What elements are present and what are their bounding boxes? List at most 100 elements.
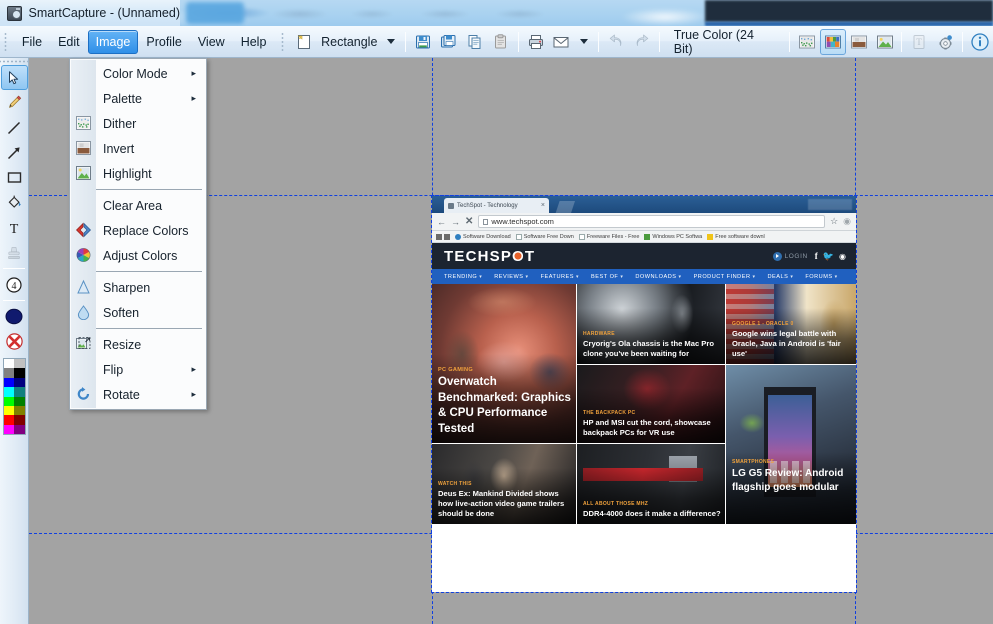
rectangle-tool[interactable]	[1, 165, 28, 190]
cancel-tool[interactable]	[1, 329, 28, 354]
bookmark-star-icon[interactable]: ☆	[830, 216, 838, 227]
save-multiple-icon[interactable]	[436, 29, 462, 55]
color-swatch[interactable]	[14, 405, 25, 416]
menu-profile[interactable]: Profile	[138, 30, 189, 54]
card-google-oracle[interactable]: GOOGLE 1 - ORACLE 0 Google wins legal ba…	[726, 284, 856, 364]
nav-features[interactable]: FEATURES ▾	[541, 274, 579, 280]
color-swatch[interactable]	[14, 368, 25, 378]
bookmark-item[interactable]: Freeware Files - Free	[578, 233, 639, 240]
card-deus-ex[interactable]: WATCH THIS Deus Ex: Mankind Divided show…	[432, 444, 576, 524]
rss-icon[interactable]: ◉	[839, 252, 846, 261]
color-swatch[interactable]	[14, 387, 25, 397]
select-arrow-tool[interactable]	[0, 65, 28, 90]
browser-tab[interactable]: TechSpot - Technology ×	[444, 198, 549, 213]
menu-item-sharpen[interactable]: Sharpen	[70, 275, 206, 300]
undo-arrow-icon[interactable]	[603, 29, 629, 55]
bookmark-item[interactable]: Windows PC Softwa	[644, 233, 702, 240]
bookmark-item[interactable]: Free software downl	[707, 233, 765, 240]
nav-deals[interactable]: DEALS ▾	[768, 274, 794, 280]
menu-item-clear-area[interactable]: Clear Area	[70, 193, 206, 218]
color-swatch[interactable]	[3, 405, 14, 416]
toolbar-grip[interactable]	[280, 31, 290, 52]
menu-item-palette[interactable]: Palette ▸	[70, 86, 206, 111]
ellipse-filled-tool[interactable]	[1, 304, 28, 329]
save-floppy-icon[interactable]	[410, 29, 436, 55]
bookmark-item[interactable]: Software Free Down	[515, 233, 574, 240]
nav-downloads[interactable]: DOWNLOADS ▾	[635, 274, 681, 280]
menu-item-resize[interactable]: Resize	[70, 332, 206, 357]
browser-url-bar[interactable]: www.techspot.com	[478, 215, 826, 228]
rectangle-capture-icon[interactable]	[291, 29, 317, 55]
invert-image-icon[interactable]	[846, 29, 872, 55]
menu-item-adjust-colors[interactable]: Adjust Colors	[70, 243, 206, 268]
close-icon[interactable]: ×	[541, 202, 545, 209]
color-swatch[interactable]	[3, 396, 14, 406]
color-swatch[interactable]	[14, 377, 25, 388]
mail-chevron-down-icon[interactable]	[580, 39, 589, 44]
browser-menu-icon[interactable]: ◉	[843, 216, 851, 227]
dither-image-icon[interactable]	[794, 29, 820, 55]
back-arrow-icon[interactable]: ←	[437, 217, 446, 227]
nav-best-of[interactable]: BEST OF ▾	[591, 274, 623, 280]
color-swatch[interactable]	[3, 377, 14, 388]
color-swatch[interactable]	[3, 387, 14, 397]
menubar-grip[interactable]	[3, 31, 12, 52]
color-swatch[interactable]	[3, 415, 14, 425]
gear-settings-icon[interactable]	[932, 29, 958, 55]
menu-item-replace-colors[interactable]: Replace Colors	[70, 218, 206, 243]
arrow-tool[interactable]	[1, 140, 28, 165]
color-swatch[interactable]	[14, 415, 25, 425]
text-tool[interactable]: T	[1, 215, 28, 240]
window-controls[interactable]	[808, 199, 852, 210]
menu-item-color-mode[interactable]: Color Mode ▸	[70, 61, 206, 86]
highlight-image-icon[interactable]	[872, 29, 898, 55]
nav-product-finder[interactable]: PRODUCT FINDER ▾	[694, 274, 756, 280]
line-tool[interactable]	[1, 115, 28, 140]
menu-view[interactable]: View	[190, 30, 233, 54]
menu-item-dither[interactable]: Dither	[70, 111, 206, 136]
menu-item-rotate[interactable]: Rotate ▸	[70, 382, 206, 407]
info-circle-icon[interactable]	[967, 29, 993, 55]
color-swatch[interactable]	[14, 359, 25, 369]
fill-bucket-tool[interactable]	[1, 190, 28, 215]
color-swatch[interactable]	[3, 424, 14, 435]
menu-item-invert[interactable]: Invert	[70, 136, 206, 161]
capture-mode-chevron-down-icon[interactable]	[387, 39, 396, 44]
card-backpack-pc[interactable]: THE BACKPACK PC HP and MSI cut the cord,…	[577, 365, 725, 443]
paste-icon[interactable]	[488, 29, 514, 55]
menu-item-highlight[interactable]: Highlight	[70, 161, 206, 186]
stamp-tool[interactable]	[1, 240, 28, 265]
card-overwatch[interactable]: PC GAMING Overwatch Benchmarked: Graphic…	[432, 284, 576, 443]
card-cryorig[interactable]: HARDWARE Cryorig's Ola chassis is the Ma…	[577, 284, 725, 364]
color-palette-swatches[interactable]	[2, 358, 26, 436]
color-swatch[interactable]	[14, 424, 25, 435]
menu-edit[interactable]: Edit	[50, 30, 88, 54]
bookmark-item[interactable]: Software Download	[455, 233, 511, 240]
menu-image[interactable]: Image	[87, 29, 139, 54]
pasted-browser-screenshot[interactable]: TechSpot - Technology × ← → ✕ www.techsp…	[431, 195, 857, 593]
menu-file[interactable]: File	[14, 30, 50, 54]
twitter-icon[interactable]: 🐦	[823, 251, 834, 262]
forward-arrow-icon[interactable]: →	[451, 217, 460, 227]
color-swatch[interactable]	[3, 359, 14, 369]
color-depth-label[interactable]: True Color (24 Bit)	[664, 25, 786, 59]
new-tab-button[interactable]	[555, 201, 575, 213]
login-button[interactable]: LOGIN	[772, 251, 808, 261]
facebook-icon[interactable]: f	[815, 251, 818, 261]
text-tool-icon[interactable]: T	[906, 29, 932, 55]
image-dropdown-menu[interactable]: Color Mode ▸ Palette ▸ Dither Invert Hig…	[69, 58, 207, 410]
color-swatch[interactable]	[14, 396, 25, 406]
envelope-icon[interactable]	[548, 29, 574, 55]
menu-help[interactable]: Help	[233, 30, 275, 54]
color-swatch[interactable]	[3, 368, 14, 378]
menu-item-flip[interactable]: Flip ▸	[70, 357, 206, 382]
bookmark-apps[interactable]	[436, 233, 450, 240]
capture-mode-label[interactable]: Rectangle	[317, 35, 381, 49]
pencil-tool[interactable]	[1, 90, 28, 115]
card-ddr4[interactable]: ALL ABOUT THOSE MHZ DDR4-4000 does it ma…	[577, 444, 725, 524]
copy-icon[interactable]	[462, 29, 488, 55]
stop-x-icon[interactable]: ✕	[465, 216, 473, 227]
tool-palette-grip[interactable]	[0, 58, 28, 65]
techspot-logo[interactable]: TECHSPOT	[444, 248, 535, 265]
menu-item-soften[interactable]: Soften	[70, 300, 206, 325]
